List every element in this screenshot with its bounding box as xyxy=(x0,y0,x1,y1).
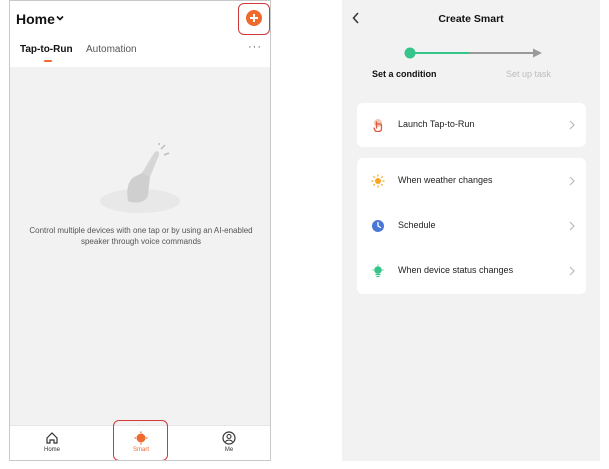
create-smart-screen: Create Smart Set a condition Set up task… xyxy=(342,0,600,461)
chevron-right-icon xyxy=(569,266,575,276)
launch-tap-to-run-row[interactable]: Launch Tap-to-Run xyxy=(357,105,586,145)
highlight-smart-tab xyxy=(113,420,168,460)
weather-changes-row[interactable]: When weather changes xyxy=(357,161,586,201)
empty-state-illustration xyxy=(100,143,180,213)
user-icon xyxy=(222,431,236,445)
chevron-right-icon xyxy=(569,176,575,186)
schedule-row[interactable]: Schedule xyxy=(357,206,586,246)
home-icon xyxy=(46,432,58,444)
active-tab-indicator xyxy=(44,60,52,62)
more-options-button[interactable]: ··· xyxy=(248,41,262,53)
weather-changes-label: When weather changes xyxy=(398,175,493,185)
sun-icon xyxy=(371,174,385,188)
nav-home-label: Home xyxy=(43,447,60,453)
chevron-right-icon xyxy=(569,221,575,231)
device-status-label: When device status changes xyxy=(398,265,514,275)
tab-automation[interactable]: Automation xyxy=(86,44,137,55)
chevron-down-icon[interactable] xyxy=(56,14,64,22)
launch-tap-to-run-label: Launch Tap-to-Run xyxy=(398,119,475,129)
nav-home[interactable]: Home xyxy=(32,431,72,453)
nav-me[interactable]: Me xyxy=(209,431,249,453)
home-header: Home Tap-to-Run Automation ··· xyxy=(10,1,270,67)
hand-tap-icon xyxy=(373,119,383,132)
nav-me-label: Me xyxy=(224,447,234,453)
clock-icon xyxy=(372,220,384,232)
step-set-condition: Set a condition xyxy=(372,69,437,79)
chevron-right-icon xyxy=(569,120,575,130)
schedule-label: Schedule xyxy=(398,220,436,230)
step-set-up-task: Set up task xyxy=(506,69,552,79)
tap-to-run-card: Launch Tap-to-Run xyxy=(357,103,586,147)
tab-tap-to-run[interactable]: Tap-to-Run xyxy=(20,44,73,55)
empty-state-text: Control multiple devices with one tap or… xyxy=(29,226,253,246)
device-icon xyxy=(372,264,384,278)
home-selector[interactable]: Home xyxy=(16,11,55,27)
device-status-row[interactable]: When device status changes xyxy=(357,251,586,291)
tap-to-run-screen: Home Tap-to-Run Automation ··· Control m… xyxy=(9,0,271,461)
page-title: Create Smart xyxy=(438,13,504,25)
conditions-card: When weather changes Schedule When devic… xyxy=(357,158,586,294)
step-progress-indicator xyxy=(404,47,542,59)
highlight-add-button xyxy=(238,3,270,35)
